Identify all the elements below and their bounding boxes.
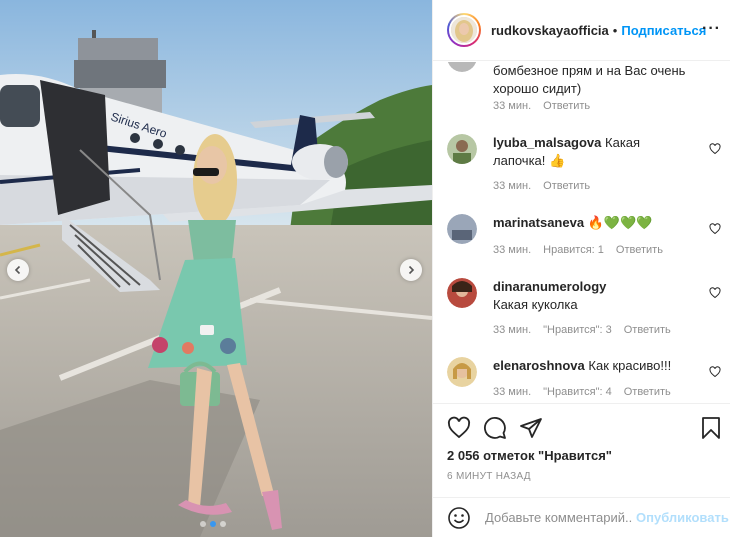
post-header: rudkovskayaofficia • Подписаться ··· — [433, 0, 730, 61]
carousel-dot — [200, 521, 206, 527]
reply-button[interactable]: Ответить — [616, 244, 663, 256]
chevron-left-icon — [14, 265, 21, 275]
carousel-prev-button[interactable] — [7, 259, 29, 281]
comment-avatar[interactable] — [447, 357, 477, 387]
comment-username[interactable]: elenaroshnova — [493, 358, 585, 373]
comment-text: Как красиво!!! — [588, 358, 672, 373]
comment-body: dinaranumerology Какая куколка — [493, 278, 643, 314]
follow-button[interactable]: Подписаться — [621, 23, 706, 38]
comment-likes[interactable]: "Нравится": 4 — [543, 386, 612, 398]
carousel-dots — [200, 521, 226, 527]
comment-time[interactable]: 33 мин. — [493, 324, 531, 336]
more-options-button[interactable]: ··· — [702, 21, 721, 37]
comment-meta: 33 мин. "Нравится": 3 Ответить — [493, 324, 683, 336]
author-username[interactable]: rudkovskayaofficia — [491, 23, 609, 38]
post-actions: 2 056 отметок "Нравится" 6 МИНУТ НАЗАД — [433, 403, 730, 497]
comment-meta: 33 мин. "Нравится": 4 Ответить — [493, 386, 683, 398]
publish-button[interactable]: Опубликовать — [636, 510, 729, 525]
post-photo[interactable]: Sirius Aero — [0, 0, 432, 537]
comment-time[interactable]: 33 мин. — [493, 180, 531, 192]
comment-username[interactable]: dinaranumerology — [493, 279, 606, 294]
comment-meta: 33 мин. Ответить — [493, 100, 602, 112]
bookmark-icon[interactable] — [699, 416, 723, 440]
comment-text: Какая куколка — [493, 297, 578, 312]
add-comment-bar: Опубликовать — [433, 497, 730, 537]
reply-button[interactable]: Ответить — [624, 386, 671, 398]
carousel-dot — [220, 521, 226, 527]
comment-time[interactable]: 33 мин. — [493, 244, 531, 256]
likes-count[interactable]: 2 056 отметок "Нравится" — [447, 448, 612, 463]
reply-button[interactable]: Ответить — [624, 324, 671, 336]
post-side-panel: rudkovskayaofficia • Подписаться ··· бом… — [432, 0, 730, 537]
comment-body: elenaroshnova Как красиво!!! — [493, 357, 695, 375]
heart-icon[interactable] — [447, 416, 471, 440]
comment-body: lyuba_malsagova Какая лапочка! 👍 — [493, 134, 695, 170]
comments-list[interactable]: бомбезное прям и на Вас очень хорошо сид… — [433, 62, 730, 402]
comment-avatar[interactable] — [447, 134, 477, 164]
carousel-next-button[interactable] — [400, 259, 422, 281]
share-icon[interactable] — [519, 416, 543, 440]
header-separator: • — [612, 22, 618, 38]
comment-like-heart-icon[interactable] — [709, 287, 721, 299]
comment-input[interactable] — [485, 510, 633, 525]
post-timestamp[interactable]: 6 МИНУТ НАЗАД — [447, 471, 531, 482]
comment-time[interactable]: 33 мин. — [493, 386, 531, 398]
comment-avatar[interactable] — [447, 278, 477, 308]
reply-button[interactable]: Ответить — [543, 180, 590, 192]
post-image: Sirius Aero — [0, 0, 432, 537]
comment-likes[interactable]: Нравится: 1 — [543, 244, 604, 256]
comment-avatar[interactable] — [447, 62, 477, 72]
chevron-right-icon — [408, 265, 415, 275]
comment-like-heart-icon[interactable] — [709, 366, 721, 378]
comment-meta: 33 мин. Ответить — [493, 180, 602, 192]
comment-time[interactable]: 33 мин. — [493, 100, 531, 112]
comment-text: бомбезное прям и на Вас очень хорошо сид… — [493, 63, 686, 96]
comment-likes[interactable]: "Нравится": 3 — [543, 324, 612, 336]
author-avatar[interactable] — [447, 13, 481, 47]
carousel-dot-active — [210, 521, 216, 527]
comment-username[interactable]: lyuba_malsagova — [493, 135, 601, 150]
comment-username[interactable]: marinatsaneva — [493, 215, 584, 230]
comment-body: marinatsaneva 🔥💚💚💚 — [493, 214, 695, 232]
reply-button[interactable]: Ответить — [543, 100, 590, 112]
comment-text: 🔥💚💚💚 — [587, 215, 653, 230]
comment-like-heart-icon[interactable] — [709, 143, 721, 155]
comment-meta: 33 мин. Нравится: 1 Ответить — [493, 244, 675, 256]
comment-like-heart-icon[interactable] — [709, 223, 721, 235]
emoji-icon[interactable] — [447, 506, 471, 530]
comment-avatar[interactable] — [447, 214, 477, 244]
comment-icon[interactable] — [483, 416, 507, 440]
